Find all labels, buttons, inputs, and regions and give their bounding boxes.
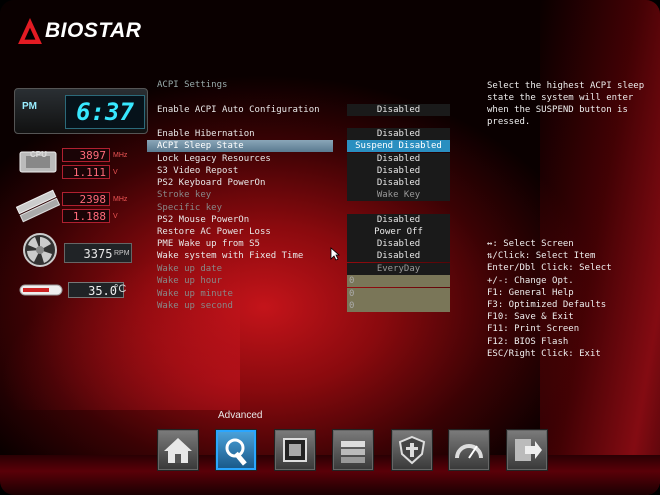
setting-row: Wake up hour 0 [157,275,450,287]
key-hint: F12: BIOS Flash [487,336,569,347]
ampm-label: PM [22,101,37,112]
setting-row[interactable]: Enable ACPI Auto Configuration Disabled [157,104,450,116]
setting-value[interactable]: Disabled [347,177,450,189]
help-description: Select the highest ACPI sleep state the … [487,81,645,127]
bottom-bar [0,455,660,495]
key-hint: F11: Print Screen [487,324,580,335]
setting-name: PS2 Mouse PowerOn [157,215,250,225]
biostar-logo-icon [18,18,42,44]
setting-row[interactable]: PS2 Keyboard PowerOn Disabled [157,177,450,189]
setting-name: ACPI Sleep State [157,141,244,151]
setting-name: Enable ACPI Auto Configuration [157,105,320,115]
setting-value[interactable]: Disabled [347,165,450,177]
temperature-unit: °C [114,283,127,295]
fan-speed-unit: RPM [114,250,130,257]
gauge-icon [455,444,483,459]
tab-boot[interactable] [333,430,373,470]
memory-module-icon [16,189,60,223]
brand-name: BIOSTAR [45,19,142,42]
key-hint: F1: General Help [487,287,574,298]
cpu-frequency-unit: MHz [113,152,128,159]
key-hint: Enter/Dbl Click: Select [487,263,612,274]
setting-row: Wake up second 0 [157,300,450,312]
setting-row[interactable]: PME Wake up from S5 Disabled [157,238,450,250]
memory-frequency: 2398 [62,192,110,206]
memory-voltage: 1.188 [62,209,110,223]
setting-value[interactable]: 0 [347,288,450,300]
setting-row[interactable]: ACPI Sleep State Suspend Disabled [157,140,450,152]
tab-main[interactable] [158,430,198,470]
setting-name: Wake system with Fixed Time [157,251,304,261]
setting-value: Wake Key [347,189,450,201]
setting-row: Wake up date EveryDay [157,263,450,275]
section-title: ACPI Settings [157,80,228,90]
mouse-pointer-icon [330,247,340,261]
setting-value[interactable]: Disabled [347,153,450,165]
clock-panel: PM 6:37 [14,88,148,134]
active-tab-label: Advanced [218,410,263,421]
setting-name: Wake up date [157,264,223,274]
key-legend: ↔: Select Screen ⇅/Click: Select Item Ente… [487,238,657,360]
key-hint: +/-: Change Opt. [487,275,574,286]
setting-row: Specific key [157,202,450,214]
setting-name: Wake up minute [157,289,233,299]
setting-value[interactable]: Disabled [347,128,450,140]
setting-row[interactable]: Lock Legacy Resources Disabled [157,153,450,165]
setting-value: EveryDay [347,263,450,275]
setting-value[interactable]: 0 [347,300,450,312]
setting-name: Restore AC Power Loss [157,227,271,237]
setting-row: Stroke key Wake Key [157,189,450,201]
setting-name: Enable Hibernation [157,129,255,139]
setting-row: Wake up minute 0 [157,288,450,300]
setting-value[interactable]: Suspend Disabled [347,140,450,152]
key-hint: F3: Optimized Defaults [487,300,607,311]
setting-name: Specific key [157,203,223,213]
fan-icon [23,233,57,267]
setting-name: PS2 Keyboard PowerOn [157,178,266,188]
key-hint: F10: Save & Exit [487,312,574,323]
cpu-voltage: 1.111 [62,165,110,179]
cpu-voltage-unit: V [113,169,118,176]
brand-logo: BIOSTAR [18,18,141,44]
setting-name: S3 Video Repost [157,166,239,176]
tab-save-exit[interactable] [507,430,547,470]
tab-chipset[interactable] [275,430,315,470]
setting-value[interactable]: Power Off [347,226,450,238]
cpu-frequency: 3897 [62,148,110,162]
tab-security[interactable] [392,430,432,470]
setting-value[interactable]: 0 [347,275,450,287]
key-hint: ↔: Select Screen [487,239,574,249]
shield-icon [398,435,426,465]
setting-row[interactable]: Restore AC Power Loss Power Off [157,226,450,238]
setting-name: Wake up second [157,301,233,311]
setting-row[interactable]: Enable Hibernation Disabled [157,128,450,140]
tab-one[interactable] [449,430,489,470]
setting-name: Lock Legacy Resources [157,154,271,164]
setting-value[interactable]: Disabled [347,104,450,116]
memory-voltage-unit: V [113,213,118,220]
chip-icon [283,438,307,462]
tab-advanced[interactable] [216,430,256,470]
bios-screen: BIOSTAR PM 6:37 CPU 3897 MHz 1.111 V 239… [0,0,660,495]
key-hint: ESC/Right Click: Exit [487,348,601,359]
setting-row[interactable]: S3 Video Repost Disabled [157,165,450,177]
thermometer-icon [19,284,63,296]
home-icon [164,438,192,463]
cpu-label: CPU [30,150,47,159]
clock-display: 6:37 [65,95,145,129]
setting-row[interactable]: Wake system with Fixed Time Disabled [157,250,450,262]
setting-name: Wake up hour [157,276,223,286]
setting-value[interactable]: Disabled [347,238,450,250]
memory-frequency-unit: MHz [113,196,128,203]
key-hint: ⇅/Click: Select Item [487,251,596,262]
setting-name: PME Wake up from S5 [157,239,260,249]
setting-name: Stroke key [157,190,212,200]
setting-value[interactable]: Disabled [347,250,450,262]
exit-icon [515,439,542,461]
wrench-icon [225,438,247,466]
setting-value[interactable]: Disabled [347,214,450,226]
disk-stack-icon [341,441,365,463]
setting-row[interactable]: PS2 Mouse PowerOn Disabled [157,214,450,226]
